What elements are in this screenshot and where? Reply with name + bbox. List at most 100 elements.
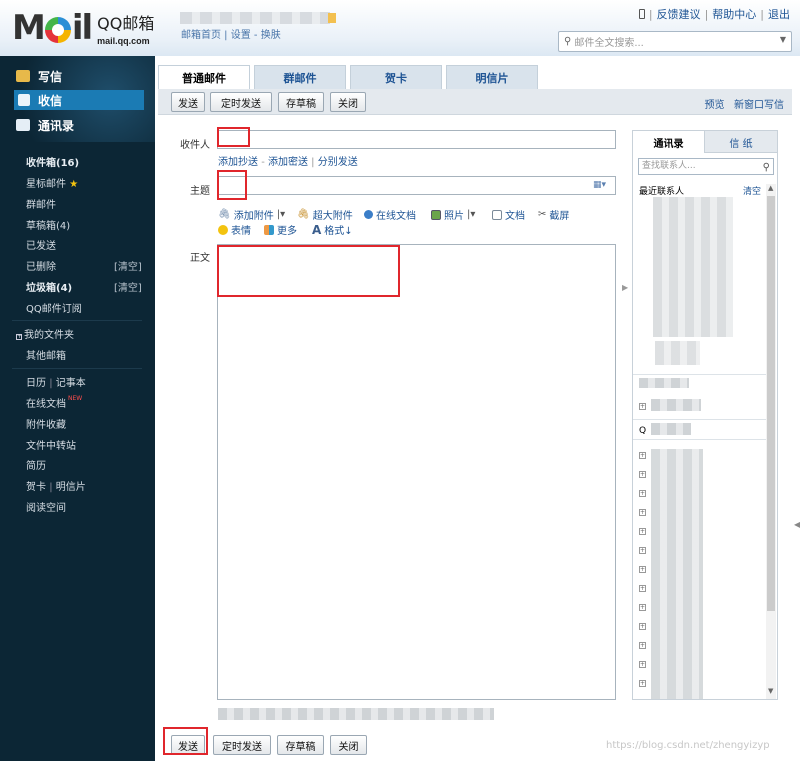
resume-link[interactable]: 简历 <box>26 457 46 472</box>
folder-starred[interactable]: 星标邮件 ★ <box>26 175 78 190</box>
format-tool[interactable]: A 格式↓ <box>312 222 353 238</box>
file-transfer-link[interactable]: 文件中转站 <box>26 437 76 452</box>
reading-space-link[interactable]: 阅读空间 <box>26 499 66 514</box>
expand-icon[interactable]: + <box>639 642 646 649</box>
clear-spam-link[interactable]: [清空] <box>114 279 142 294</box>
folder-deleted[interactable]: 已删除 <box>26 258 56 273</box>
document-icon <box>492 209 502 220</box>
clear-deleted-link[interactable]: [清空] <box>114 258 142 273</box>
phone-icon[interactable] <box>638 9 645 19</box>
scroll-down-icon[interactable]: ▼ <box>768 687 773 695</box>
folder-drafts[interactable]: 草稿箱(4) <box>26 217 70 232</box>
group-blurred <box>651 423 691 435</box>
my-folders[interactable]: + 我的文件夹 <box>16 326 74 341</box>
more-tool[interactable]: 更多 <box>264 222 297 237</box>
notes-link[interactable]: 记事本 <box>56 378 86 389</box>
expand-icon[interactable]: + <box>639 661 646 668</box>
qq-groups-blurred <box>651 449 703 699</box>
expand-icon[interactable]: + <box>639 623 646 630</box>
emoji-tool[interactable]: 表情 <box>218 222 251 237</box>
folder-group[interactable]: 群邮件 <box>26 196 56 211</box>
expand-icon[interactable]: + <box>639 490 646 497</box>
more-grid-icon <box>264 224 274 235</box>
tab-postcard[interactable]: 明信片 <box>446 65 538 89</box>
contacts-link[interactable]: 通讯录 <box>16 115 74 135</box>
group-divider <box>633 419 766 420</box>
logout-link[interactable]: 退出 <box>768 6 790 22</box>
tab-greeting-card[interactable]: 贺卡 <box>350 65 442 89</box>
panel-toggle-icon[interactable]: ▶ <box>622 283 628 292</box>
calendar-link[interactable]: 日历 <box>26 378 46 389</box>
top-links: | 反馈建议 | 帮助中心 | 退出 <box>638 6 790 22</box>
folder-inbox[interactable]: 收件箱(16) <box>26 154 79 169</box>
format-label: 格式↓ <box>324 226 353 237</box>
folder-subscription[interactable]: QQ邮件订阅 <box>26 300 82 315</box>
save-draft-button-bottom[interactable]: 存草稿 <box>277 735 324 755</box>
expand-icon[interactable]: + <box>639 471 646 478</box>
tab-stationery[interactable]: 信 纸 <box>705 131 777 153</box>
other-mailbox[interactable]: 其他邮箱 <box>26 347 66 362</box>
body-editor[interactable] <box>217 244 616 700</box>
greeting-card-link[interactable]: 贺卡 <box>26 482 46 493</box>
expand-icon[interactable]: + <box>639 547 646 554</box>
mail-search-input[interactable]: ⚲ 邮件全文搜索... ▼ <box>558 31 792 52</box>
my-folders-label: 我的文件夹 <box>24 330 74 341</box>
preview-link[interactable]: 预览 <box>704 100 724 111</box>
highlight-box-subject <box>217 170 247 200</box>
scheduled-send-button-top[interactable]: 定时发送 <box>210 92 272 112</box>
expand-icon[interactable]: + <box>639 604 646 611</box>
search-placeholder: 邮件全文搜索... <box>574 38 644 49</box>
contact-search-input[interactable]: 查找联系人... ⚲ <box>638 158 774 175</box>
logo-o-icon <box>44 17 71 43</box>
search-dropdown-icon[interactable]: ▼ <box>780 35 786 44</box>
photo-tool[interactable]: 照片 |▾ <box>431 207 475 222</box>
close-button-bottom[interactable]: 关闭 <box>330 735 367 755</box>
postcard-link[interactable]: 明信片 <box>56 482 86 493</box>
edge-arrow-icon[interactable]: ◀ <box>794 520 800 529</box>
scheduled-send-button-bottom[interactable]: 定时发送 <box>213 735 271 755</box>
expand-icon[interactable]: + <box>639 528 646 535</box>
tab-normal-mail[interactable]: 普通邮件 <box>158 65 250 90</box>
group-blurred <box>651 399 701 411</box>
attachments-link[interactable]: 附件收藏 <box>26 416 66 431</box>
add-cc-link[interactable]: 添加抄送 <box>218 157 258 168</box>
contacts-scrollbar-thumb[interactable] <box>767 196 775 611</box>
qq-mail-logo[interactable]: M il QQ邮箱 mail.qq.com <box>12 8 154 48</box>
subject-input[interactable] <box>217 176 616 195</box>
send-button-top[interactable]: 发送 <box>171 92 205 112</box>
screenshot-tool[interactable]: ✂ 截屏 <box>538 207 569 222</box>
add-bcc-link[interactable]: 添加密送 <box>268 157 308 168</box>
clear-recent-link[interactable]: 清空 <box>743 184 761 197</box>
tab-group-mail[interactable]: 群邮件 <box>254 65 346 89</box>
photo-icon <box>431 209 441 220</box>
search-icon[interactable]: ⚲ <box>763 160 770 175</box>
feedback-link[interactable]: 反馈建议 <box>657 6 701 22</box>
expand-icon[interactable]: + <box>639 403 646 410</box>
save-draft-button-top[interactable]: 存草稿 <box>278 92 324 112</box>
expand-icon[interactable]: + <box>639 585 646 592</box>
expand-icon[interactable]: + <box>639 509 646 516</box>
document-tool[interactable]: 文档 <box>492 207 525 222</box>
help-link[interactable]: 帮助中心 <box>712 6 756 22</box>
big-attachment-tool[interactable]: 🖇 超大附件 <box>297 207 353 222</box>
inbox-link[interactable]: 收信 <box>14 90 144 110</box>
scroll-up-icon[interactable]: ▲ <box>768 184 773 192</box>
add-attachment-tool[interactable]: 🖇 添加附件 |▾ <box>218 207 285 222</box>
contacts-panel: 通讯录 信 纸 查找联系人... ⚲ 最近联系人 清空 + Q + + + + … <box>632 130 778 700</box>
online-docs-link[interactable]: 在线文档NEW <box>26 395 82 410</box>
expand-icon[interactable]: + <box>639 680 646 687</box>
recipient-input[interactable] <box>217 130 616 149</box>
scissors-icon: ✂ <box>538 209 547 220</box>
folder-sent[interactable]: 已发送 <box>26 237 56 252</box>
online-doc-tool[interactable]: 在线文档 <box>364 207 416 222</box>
subject-color-icon[interactable]: ▦▾ <box>593 180 606 190</box>
new-window-link[interactable]: 新窗口写信 <box>734 100 784 111</box>
compose-link[interactable]: 写信 <box>16 66 62 86</box>
expand-icon[interactable]: + <box>639 452 646 459</box>
tab-contacts[interactable]: 通讯录 <box>633 131 705 153</box>
close-button-top[interactable]: 关闭 <box>330 92 366 112</box>
separate-send-link[interactable]: 分别发送 <box>318 157 358 168</box>
home-links[interactable]: 邮箱首页 | 设置 - 换肤 <box>181 26 281 41</box>
folder-spam[interactable]: 垃圾箱(4) <box>26 279 72 294</box>
expand-icon[interactable]: + <box>639 566 646 573</box>
